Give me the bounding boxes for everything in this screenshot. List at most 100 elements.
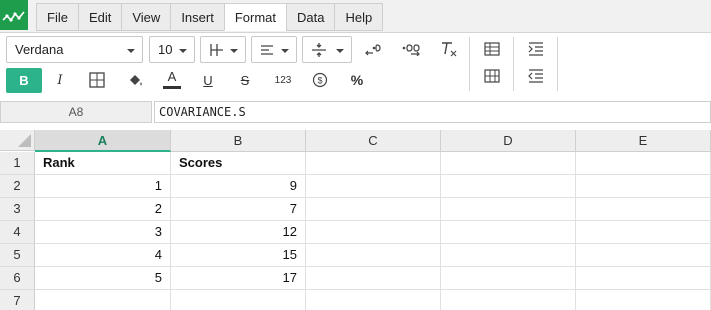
cell-d2[interactable] <box>441 175 576 198</box>
percent-format-button[interactable]: % <box>343 68 371 92</box>
cell-a4[interactable]: 3 <box>35 221 171 244</box>
increase-indent-icon <box>528 42 543 56</box>
cell-a7[interactable] <box>35 290 171 310</box>
toolbar-divider <box>513 37 514 91</box>
menu-bar: File Edit View Insert Format Data Help <box>0 0 711 33</box>
row-header[interactable]: 6 <box>0 267 35 290</box>
clear-formatting-icon <box>442 42 457 57</box>
app-logo <box>0 0 28 30</box>
menu-data[interactable]: Data <box>286 3 335 31</box>
select-all-icon <box>18 134 31 147</box>
strikethrough-button[interactable]: S <box>231 68 259 92</box>
chevron-down-icon <box>281 49 289 53</box>
select-all-corner[interactable] <box>0 130 35 151</box>
clear-formatting-button[interactable] <box>435 37 463 61</box>
row-header[interactable]: 4 <box>0 221 35 244</box>
name-box[interactable]: A8 <box>0 101 152 123</box>
cell-c4[interactable] <box>306 221 441 244</box>
align-left-icon <box>261 44 273 55</box>
decrease-decimal-button[interactable] <box>360 37 388 61</box>
cell-c1[interactable] <box>306 152 441 175</box>
number-format-button[interactable]: 123 <box>268 68 298 92</box>
app-logo-icon <box>2 11 25 22</box>
horizontal-align-select[interactable] <box>251 36 297 63</box>
grid-icon <box>484 69 500 83</box>
currency-format-button[interactable]: $ <box>306 68 334 92</box>
cell-b3[interactable]: 7 <box>171 198 306 221</box>
cell-e4[interactable] <box>576 221 711 244</box>
cell-a5[interactable]: 4 <box>35 244 171 267</box>
cell-c7[interactable] <box>306 290 441 310</box>
cell-e6[interactable] <box>576 267 711 290</box>
formula-bar: A8 COVARIANCE.S <box>0 100 711 126</box>
cell-e1[interactable] <box>576 152 711 175</box>
text-color-button[interactable]: A <box>158 67 186 91</box>
font-size-select[interactable]: 10 <box>149 36 195 63</box>
cell-d6[interactable] <box>441 267 576 290</box>
menu-format[interactable]: Format <box>223 3 286 31</box>
cell-c6[interactable] <box>306 267 441 290</box>
cell-e5[interactable] <box>576 244 711 267</box>
column-header-a[interactable]: A <box>35 130 171 152</box>
vertical-align-select[interactable] <box>302 36 352 63</box>
svg-text:$: $ <box>317 76 322 86</box>
underline-button[interactable]: U <box>194 68 222 92</box>
cell-c3[interactable] <box>306 198 441 221</box>
chevron-down-icon <box>230 49 238 53</box>
column-header-d[interactable]: D <box>441 130 576 152</box>
cell-b4[interactable]: 12 <box>171 221 306 244</box>
insert-grid-button[interactable] <box>478 64 506 88</box>
bold-button[interactable]: B <box>6 68 42 93</box>
italic-button[interactable]: I <box>46 68 74 92</box>
cell-b6[interactable]: 17 <box>171 267 306 290</box>
cell-a2[interactable]: 1 <box>35 175 171 198</box>
cell-a6[interactable]: 5 <box>35 267 171 290</box>
row-header[interactable]: 1 <box>0 152 35 175</box>
cell-d1[interactable] <box>441 152 576 175</box>
borders-select[interactable] <box>200 36 246 63</box>
cell-a3[interactable]: 2 <box>35 198 171 221</box>
increase-indent-button[interactable] <box>522 37 550 61</box>
spreadsheet-grid: A B C D E 1 Rank Scores 2 1 9 3 2 7 4 3 … <box>0 130 711 310</box>
cell-d4[interactable] <box>441 221 576 244</box>
cell-e3[interactable] <box>576 198 711 221</box>
vertical-align-icon <box>312 42 326 57</box>
increase-decimal-button[interactable] <box>397 37 425 61</box>
cell-a1[interactable]: Rank <box>35 152 171 175</box>
menu-view[interactable]: View <box>121 3 171 31</box>
cell-d3[interactable] <box>441 198 576 221</box>
cell-e7[interactable] <box>576 290 711 310</box>
formula-input[interactable]: COVARIANCE.S <box>154 101 711 123</box>
cell-b7[interactable] <box>171 290 306 310</box>
row-header[interactable]: 3 <box>0 198 35 221</box>
decrease-indent-button[interactable] <box>522 64 550 88</box>
row-header[interactable]: 7 <box>0 290 35 310</box>
font-family-select[interactable]: Verdana <box>6 36 143 63</box>
cell-e2[interactable] <box>576 175 711 198</box>
menu-file[interactable]: File <box>36 3 78 31</box>
menu-help[interactable]: Help <box>334 3 384 31</box>
cell-b2[interactable]: 9 <box>171 175 306 198</box>
paint-bucket-icon <box>130 75 142 86</box>
cell-c5[interactable] <box>306 244 441 267</box>
font-family-value: Verdana <box>15 42 64 57</box>
menu-insert[interactable]: Insert <box>170 3 224 31</box>
cell-b1[interactable]: Scores <box>171 152 306 175</box>
column-header-b[interactable]: B <box>171 130 306 152</box>
column-header-e[interactable]: E <box>576 130 711 152</box>
cell-b5[interactable]: 15 <box>171 244 306 267</box>
row-header[interactable]: 2 <box>0 175 35 198</box>
cell-c2[interactable] <box>306 175 441 198</box>
row-header[interactable]: 5 <box>0 244 35 267</box>
toolbar-divider <box>469 37 470 91</box>
cell-d5[interactable] <box>441 244 576 267</box>
chevron-down-icon <box>127 49 135 53</box>
font-size-value: 10 <box>158 42 173 57</box>
insert-table-button[interactable] <box>478 37 506 61</box>
merge-cells-button[interactable] <box>83 68 111 92</box>
cell-d7[interactable] <box>441 290 576 310</box>
strikethrough-icon: S <box>240 72 250 88</box>
fill-color-button[interactable] <box>121 68 149 92</box>
column-header-c[interactable]: C <box>306 130 441 152</box>
menu-edit[interactable]: Edit <box>77 3 122 31</box>
